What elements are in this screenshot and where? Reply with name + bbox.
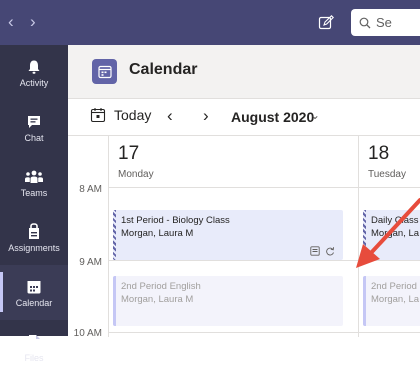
teams-icon (24, 168, 44, 186)
back-icon[interactable]: ‹ (8, 12, 14, 32)
day-column-monday[interactable]: 17 Monday 1st Period - Biology Class Mor… (108, 136, 358, 337)
event-organizer: Morgan, La (371, 228, 420, 239)
rail-item-assignments[interactable]: Assignments (0, 210, 68, 265)
event-organizer: Morgan, Laura M (121, 228, 194, 239)
time-label: 8 AM (79, 184, 102, 195)
next-week-icon[interactable]: › (203, 106, 209, 126)
chat-icon (26, 113, 42, 131)
notes-icon (310, 246, 320, 256)
today-label: Today (114, 107, 152, 123)
day-number: 17 (118, 143, 140, 164)
time-label: 9 AM (79, 257, 102, 268)
event-card[interactable]: 2nd Period English Morgan, Laura M (113, 276, 343, 326)
calendar-badge-icon (92, 59, 117, 84)
forward-icon[interactable]: › (30, 12, 36, 32)
bell-icon (26, 58, 42, 76)
rail-item-label: Files (24, 352, 44, 363)
event-icons (310, 246, 335, 256)
event-stripe (113, 276, 116, 326)
event-organizer: Morgan, Laura M (121, 294, 194, 305)
compose-icon[interactable] (316, 13, 336, 33)
rail-item-chat[interactable]: Chat (0, 100, 68, 155)
event-title: Daily Class (371, 215, 419, 226)
day-number: 18 (368, 143, 390, 164)
event-stripe (113, 210, 116, 260)
rail-item-teams[interactable]: Teams (0, 155, 68, 210)
rail-item-label: Calendar (15, 297, 53, 308)
event-card[interactable]: 2nd Period Morgan, La (363, 276, 420, 326)
search-icon (359, 17, 371, 28)
rail-item-label: Chat (24, 132, 44, 143)
event-organizer: Morgan, La (371, 294, 420, 305)
page-title: Calendar (129, 61, 198, 78)
calendar-grid: 8 AM 9 AM 10 AM 17 Monday 1st Period - B… (68, 135, 420, 339)
event-card[interactable]: 1st Period - Biology Class Morgan, Laura… (113, 210, 343, 260)
time-gutter: 8 AM 9 AM 10 AM (68, 136, 108, 339)
time-label: 10 AM (73, 328, 102, 339)
assignments-icon (26, 222, 42, 241)
search-placeholder: Se (376, 15, 392, 30)
day-header: 18 Tuesday (368, 142, 406, 182)
day-name: Monday (118, 169, 154, 180)
event-title: 1st Period - Biology Class (121, 215, 230, 226)
rail-item-files[interactable]: Files (0, 320, 68, 375)
search-input[interactable]: Se (351, 9, 420, 36)
chevron-down-icon[interactable]: ⌄ (310, 108, 320, 122)
calendar-header: Calendar (68, 45, 420, 99)
calendar-today-icon (90, 108, 106, 123)
month-picker[interactable]: August 2020 (231, 109, 314, 125)
rail-item-label: Activity (19, 77, 49, 88)
previous-week-icon[interactable]: ‹ (167, 106, 173, 126)
file-icon (27, 333, 41, 351)
day-name: Tuesday (368, 169, 406, 180)
today-button[interactable]: Today (90, 107, 151, 123)
rail-item-label: Assignments (8, 242, 60, 253)
day-header: 17 Monday (118, 142, 154, 182)
day-column-tuesday[interactable]: 18 Tuesday Daily Class Morgan, La 2nd Pe… (358, 136, 420, 337)
app-rail: Activity Chat Teams Assignments Calendar… (0, 45, 68, 363)
rail-item-calendar[interactable]: Calendar (0, 265, 68, 320)
calendar-icon (26, 278, 42, 296)
title-bar: ‹ › Se (0, 0, 420, 45)
calendar-toolbar: Today ‹ › August 2020 ⌄ (68, 99, 420, 135)
event-stripe (363, 276, 366, 326)
event-title: 2nd Period English (121, 281, 201, 292)
event-card[interactable]: Daily Class Morgan, La (363, 210, 420, 260)
rail-item-activity[interactable]: Activity (0, 45, 68, 100)
recurring-icon (326, 247, 335, 256)
event-title: 2nd Period (371, 281, 417, 292)
event-stripe (363, 210, 366, 260)
rail-item-label: Teams (20, 187, 48, 198)
